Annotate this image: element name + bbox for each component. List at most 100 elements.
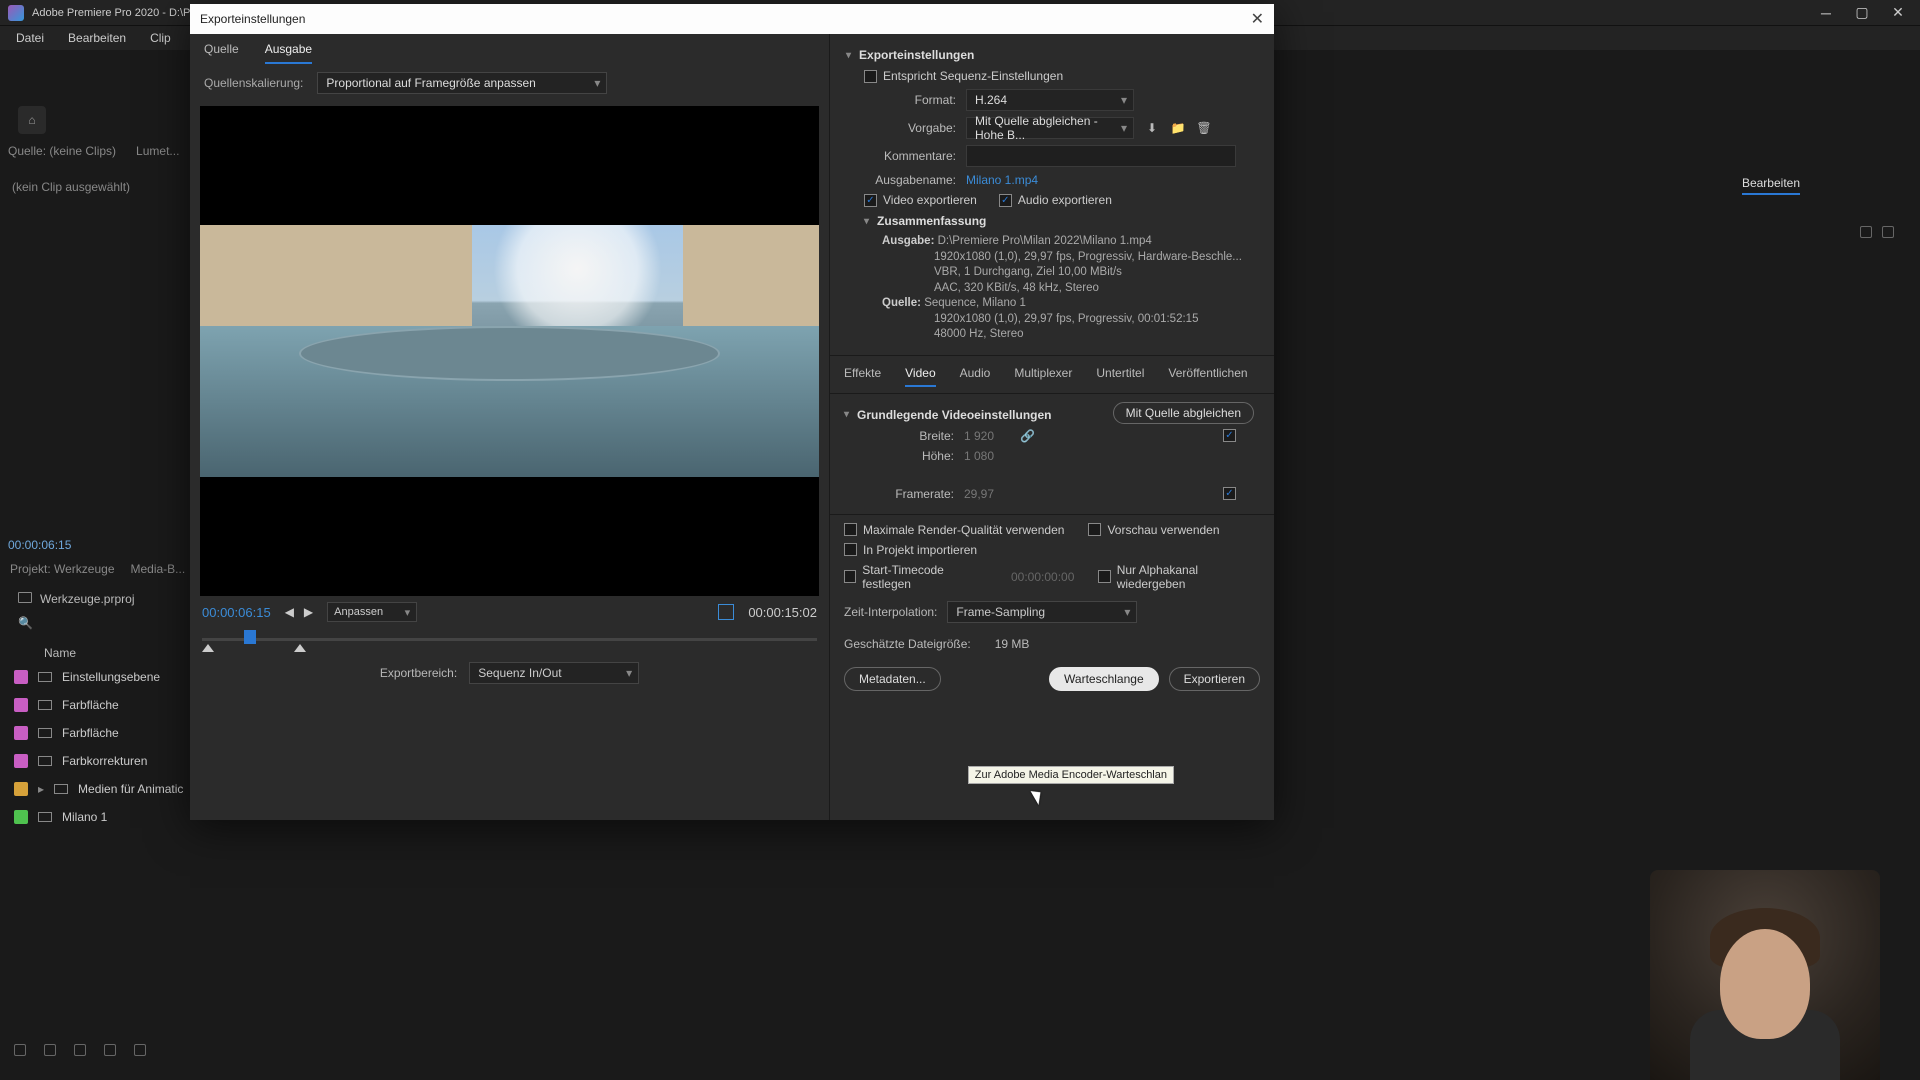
framerate-value[interactable]: 29,97 <box>964 487 1004 501</box>
project-item[interactable]: Milano 1 <box>14 806 183 828</box>
match-source-button[interactable]: Mit Quelle abgleichen <box>1113 402 1254 424</box>
use-previews-checkbox[interactable]: Vorschau verwenden <box>1088 523 1219 537</box>
new-item-icon[interactable] <box>14 1044 26 1056</box>
source-scaling-dropdown[interactable]: Proportional auf Framegröße anpassen <box>317 72 607 94</box>
delete-preset-icon[interactable]: 🗑 <box>1196 121 1212 135</box>
set-start-timecode-checkbox[interactable]: Start-Timecode festlegen <box>844 563 987 591</box>
item-name: Medien für Animatic <box>78 782 183 796</box>
project-item[interactable]: Farbfläche <box>14 722 183 744</box>
new-bin-icon[interactable] <box>1860 226 1872 238</box>
menu-clip[interactable]: Clip <box>140 28 181 48</box>
project-item[interactable]: Einstellungsebene <box>14 666 183 688</box>
project-item[interactable]: Farbkorrekturen <box>14 750 183 772</box>
format-dropdown[interactable]: H.264 <box>966 89 1134 111</box>
match-sequence-checkbox[interactable]: Entspricht Sequenz-Einstellungen <box>864 69 1063 83</box>
summary-source-line3: 48000 Hz, Stereo <box>882 327 1024 343</box>
project-icon <box>18 592 32 603</box>
export-range-dropdown[interactable]: Sequenz In/Out <box>469 662 639 684</box>
time-interpolation-dropdown[interactable]: Frame-Sampling <box>947 601 1137 623</box>
tab-multiplexer[interactable]: Multiplexer <box>1014 366 1072 387</box>
metadata-button[interactable]: Metadaten... <box>844 667 941 691</box>
out-timecode[interactable]: 00:00:15:02 <box>748 605 817 620</box>
preview-timeline[interactable] <box>202 628 817 652</box>
item-icon <box>38 812 52 822</box>
tab-video[interactable]: Video <box>905 366 935 387</box>
import-preset-icon[interactable]: 📁 <box>1170 121 1186 135</box>
out-point-marker[interactable] <box>294 644 306 652</box>
project-name: Werkzeuge.prproj <box>40 592 135 606</box>
alpha-only-checkbox[interactable]: Nur Alphakanal wiedergeben <box>1098 563 1260 591</box>
tab-publish[interactable]: Veröffentlichen <box>1168 366 1247 387</box>
source-panel-tab[interactable]: Quelle: (keine Clips) <box>8 144 116 158</box>
item-name: Milano 1 <box>62 810 107 824</box>
fit-dropdown[interactable]: Anpassen <box>327 602 417 622</box>
framerate-match-checkbox[interactable] <box>1223 487 1236 500</box>
list-view-icon[interactable] <box>44 1044 56 1056</box>
summary-output-line4: AAC, 320 KBit/s, 48 kHz, Stereo <box>882 281 1099 297</box>
mouse-cursor-icon <box>1034 788 1048 806</box>
tab-source[interactable]: Quelle <box>204 42 239 64</box>
preview-area <box>200 106 819 596</box>
home-icon[interactable]: ⌂ <box>18 106 46 134</box>
export-audio-label: Audio exportieren <box>1018 193 1112 207</box>
height-label: Höhe: <box>884 449 954 463</box>
play-icon[interactable]: ▶ <box>304 605 313 619</box>
save-preset-icon[interactable]: ⬇ <box>1144 121 1160 135</box>
width-match-checkbox[interactable] <box>1223 429 1236 442</box>
label-chip <box>14 754 28 768</box>
output-name-link[interactable]: Milano 1.mp4 <box>966 173 1038 187</box>
export-video-checkbox[interactable]: Video exportieren <box>864 193 977 207</box>
label-chip <box>14 810 28 824</box>
summary-output-line2: 1920x1080 (1,0), 29,97 fps, Progressiv, … <box>882 250 1242 266</box>
framerate-label: Framerate: <box>884 487 954 501</box>
project-tab[interactable]: Projekt: Werkzeuge <box>10 562 115 576</box>
link-dimensions-icon[interactable]: 🔗 <box>1020 429 1035 443</box>
dialog-title: Exporteinstellungen <box>200 12 305 26</box>
in-timecode[interactable]: 00:00:06:15 <box>202 605 271 620</box>
step-back-icon[interactable]: ◀ <box>285 605 294 619</box>
tab-output[interactable]: Ausgabe <box>265 42 312 64</box>
tab-captions[interactable]: Untertitel <box>1096 366 1144 387</box>
comments-input[interactable] <box>966 145 1236 167</box>
height-value[interactable]: 1 080 <box>964 449 1004 463</box>
playhead-icon[interactable] <box>244 630 256 644</box>
expand-icon[interactable]: ▸ <box>38 782 44 796</box>
item-icon <box>38 728 52 738</box>
trash-icon[interactable] <box>1882 226 1894 238</box>
freeform-view-icon[interactable] <box>104 1044 116 1056</box>
close-icon[interactable]: ✕ <box>1251 9 1264 29</box>
edit-tab[interactable]: Bearbeiten <box>1742 176 1800 195</box>
preset-dropdown[interactable]: Mit Quelle abgleichen - Hohe B... <box>966 117 1134 139</box>
crop-icon[interactable] <box>718 604 734 620</box>
max-render-quality-checkbox[interactable]: Maximale Render-Qualität verwenden <box>844 523 1064 537</box>
media-browser-tab[interactable]: Media-B... <box>131 562 186 576</box>
export-button[interactable]: Exportieren <box>1169 667 1260 691</box>
project-item[interactable]: ▸ Medien für Animatic <box>14 778 183 800</box>
icon-view-icon[interactable] <box>74 1044 86 1056</box>
queue-button[interactable]: Warteschlange <box>1049 667 1159 691</box>
close-window-button[interactable]: ✕ <box>1892 7 1904 19</box>
lumetri-panel-tab[interactable]: Lumet... <box>136 144 179 158</box>
column-name-header[interactable]: Name <box>44 646 76 660</box>
summary-header[interactable]: Zusammenfassung <box>846 210 1258 232</box>
export-audio-checkbox[interactable]: Audio exportieren <box>999 193 1112 207</box>
menu-edit[interactable]: Bearbeiten <box>58 28 136 48</box>
label-chip <box>14 670 28 684</box>
item-icon <box>38 700 52 710</box>
project-item[interactable]: Farbfläche <box>14 694 183 716</box>
width-value[interactable]: 1 920 <box>964 429 1004 443</box>
import-into-project-checkbox[interactable]: In Projekt importieren <box>844 543 977 557</box>
estimated-filesize-label: Geschätzte Dateigröße: <box>844 637 971 651</box>
export-settings-header[interactable]: Exporteinstellungen <box>846 44 1258 66</box>
zoom-slider-icon[interactable] <box>134 1044 146 1056</box>
no-clip-label: (kein Clip ausgewählt) <box>12 180 130 194</box>
menu-file[interactable]: Datei <box>6 28 54 48</box>
in-point-marker[interactable] <box>202 644 214 652</box>
preset-label: Vorgabe: <box>864 121 956 135</box>
search-icon[interactable]: 🔍 <box>18 616 33 630</box>
tab-audio[interactable]: Audio <box>960 366 991 387</box>
summary-source-label: Quelle: <box>882 297 921 309</box>
minimize-button[interactable]: ─ <box>1820 7 1832 19</box>
maximize-button[interactable]: ▢ <box>1856 7 1868 19</box>
tab-effects[interactable]: Effekte <box>844 366 881 387</box>
